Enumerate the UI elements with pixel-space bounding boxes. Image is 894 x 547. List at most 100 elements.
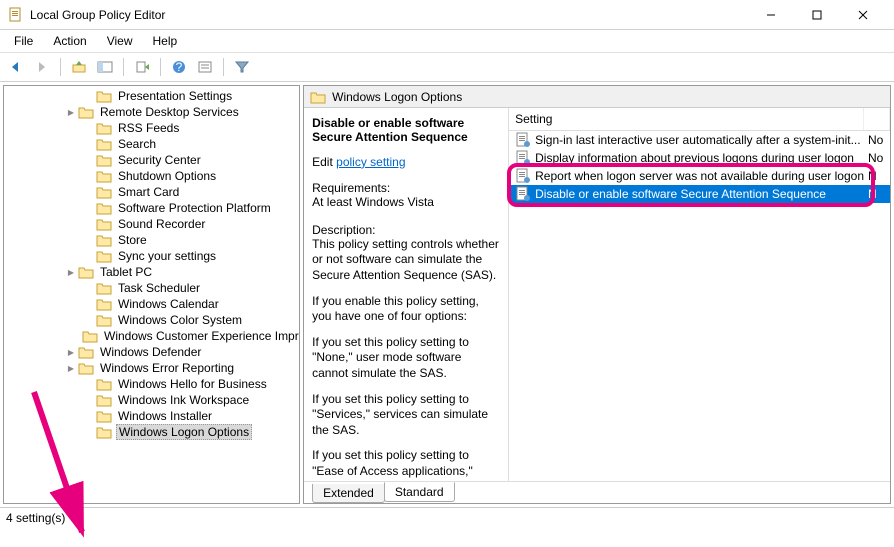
tree-item[interactable]: Security Center bbox=[4, 152, 299, 168]
folder-icon bbox=[96, 281, 112, 295]
edit-policy-link[interactable]: policy setting bbox=[336, 155, 405, 169]
policy-row-state: No bbox=[868, 151, 890, 165]
tree-scroll[interactable]: Presentation Settings ▶ Remote Desktop Ser… bbox=[4, 86, 299, 503]
tree-item[interactable]: Sync your settings bbox=[4, 248, 299, 264]
tree-item-label: Windows Installer bbox=[116, 409, 214, 423]
separator bbox=[60, 58, 61, 76]
tree-item[interactable]: Windows Customer Experience Improvement … bbox=[4, 328, 299, 344]
policy-row-label: Display information about previous logon… bbox=[535, 151, 868, 165]
policy-icon bbox=[515, 168, 531, 184]
policy-list-pane: Setting Sign-in last interactive user au… bbox=[509, 108, 890, 482]
tree-item[interactable]: Windows Installer bbox=[4, 408, 299, 424]
folder-icon bbox=[78, 361, 94, 375]
details-header-title: Windows Logon Options bbox=[332, 90, 462, 104]
folder-icon bbox=[96, 297, 112, 311]
folder-icon bbox=[96, 217, 112, 231]
filter-button[interactable] bbox=[230, 55, 254, 79]
status-text: 4 setting(s) bbox=[6, 511, 65, 525]
tree-item[interactable]: ▶ Remote Desktop Services bbox=[4, 104, 299, 120]
tree-item[interactable]: ▶ Windows Defender bbox=[4, 344, 299, 360]
policy-row-state: No bbox=[868, 133, 890, 147]
folder-icon bbox=[96, 393, 112, 407]
menu-action[interactable]: Action bbox=[45, 32, 94, 50]
menu-help[interactable]: Help bbox=[145, 32, 186, 50]
folder-icon bbox=[96, 249, 112, 263]
description-text: If you enable this policy setting, you h… bbox=[312, 294, 500, 325]
tree-item[interactable]: Smart Card bbox=[4, 184, 299, 200]
up-level-button[interactable] bbox=[67, 55, 91, 79]
folder-icon bbox=[96, 409, 112, 423]
policy-row-label: Sign-in last interactive user automatica… bbox=[535, 133, 868, 147]
tree-item-label: Task Scheduler bbox=[116, 281, 202, 295]
forward-button[interactable] bbox=[30, 55, 54, 79]
tree-item[interactable]: Sound Recorder bbox=[4, 216, 299, 232]
tree-item[interactable]: Search bbox=[4, 136, 299, 152]
description-text: If you set this policy setting to "Servi… bbox=[312, 392, 500, 439]
expander-icon[interactable]: ▶ bbox=[64, 108, 78, 117]
minimize-button[interactable] bbox=[748, 0, 794, 30]
separator bbox=[223, 58, 224, 76]
tree-item-label: Remote Desktop Services bbox=[98, 105, 241, 119]
tree-item-label: Sync your settings bbox=[116, 249, 218, 263]
help-button[interactable]: ? bbox=[167, 55, 191, 79]
tree-item[interactable]: Presentation Settings bbox=[4, 88, 299, 104]
tree-item[interactable]: Windows Color System bbox=[4, 312, 299, 328]
column-state[interactable] bbox=[864, 108, 890, 130]
folder-icon bbox=[78, 105, 94, 119]
menu-file[interactable]: File bbox=[6, 32, 41, 50]
tree-item[interactable]: Store bbox=[4, 232, 299, 248]
policy-row-label: Report when logon server was not availab… bbox=[535, 169, 868, 183]
tree: Presentation Settings ▶ Remote Desktop Ser… bbox=[4, 86, 299, 442]
folder-icon bbox=[96, 153, 112, 167]
tree-item-label: Windows Ink Workspace bbox=[116, 393, 251, 407]
tree-item[interactable]: Software Protection Platform bbox=[4, 200, 299, 216]
expander-icon[interactable]: ▶ bbox=[64, 364, 78, 373]
policy-row[interactable]: Disable or enable software Secure Attent… bbox=[509, 185, 890, 203]
folder-icon bbox=[96, 185, 112, 199]
show-hide-button[interactable] bbox=[93, 55, 117, 79]
export-list-button[interactable] bbox=[130, 55, 154, 79]
policy-row-label: Disable or enable software Secure Attent… bbox=[535, 187, 868, 201]
folder-icon bbox=[96, 313, 112, 327]
folder-icon bbox=[96, 377, 112, 391]
policy-row[interactable]: Display information about previous logon… bbox=[509, 149, 890, 167]
maximize-button[interactable] bbox=[794, 0, 840, 30]
policy-row[interactable]: Sign-in last interactive user automatica… bbox=[509, 131, 890, 149]
tree-item[interactable]: ▶Tablet PC bbox=[4, 264, 299, 280]
tree-item[interactable]: RSS Feeds bbox=[4, 120, 299, 136]
tree-item[interactable]: Windows Ink Workspace bbox=[4, 392, 299, 408]
expander-icon[interactable]: ▶ bbox=[64, 348, 78, 357]
tree-item-label: Store bbox=[116, 233, 149, 247]
tree-item[interactable]: Windows Hello for Business bbox=[4, 376, 299, 392]
tree-item[interactable]: Windows Logon Options bbox=[4, 424, 299, 440]
policy-icon bbox=[515, 186, 531, 202]
main-area: Presentation Settings ▶ Remote Desktop Ser… bbox=[0, 82, 894, 508]
policy-row[interactable]: Report when logon server was not availab… bbox=[509, 167, 890, 185]
status-bar: 4 setting(s) bbox=[0, 508, 894, 528]
close-button[interactable] bbox=[840, 0, 886, 30]
tree-item-label: Windows Defender bbox=[98, 345, 203, 359]
tree-item-label: Shutdown Options bbox=[116, 169, 218, 183]
tree-item[interactable]: Task Scheduler bbox=[4, 280, 299, 296]
tab-extended[interactable]: Extended bbox=[312, 484, 385, 503]
tree-item[interactable]: Windows Calendar bbox=[4, 296, 299, 312]
properties-button[interactable] bbox=[193, 55, 217, 79]
folder-icon bbox=[96, 425, 112, 439]
tree-item[interactable]: ▶Windows Error Reporting bbox=[4, 360, 299, 376]
expander-icon[interactable]: ▶ bbox=[64, 268, 78, 277]
column-setting[interactable]: Setting bbox=[509, 108, 864, 130]
tab-standard[interactable]: Standard bbox=[384, 482, 455, 502]
svg-text:?: ? bbox=[176, 60, 183, 74]
list-header: Setting bbox=[509, 108, 890, 131]
tree-item-label: Software Protection Platform bbox=[116, 201, 273, 215]
tree-item-label: Windows Logon Options bbox=[116, 424, 252, 440]
tree-item-label: Search bbox=[116, 137, 158, 151]
menu-view[interactable]: View bbox=[99, 32, 141, 50]
policy-detail-pane[interactable]: Disable or enable software Secure Attent… bbox=[304, 108, 509, 482]
folder-icon bbox=[96, 137, 112, 151]
tree-panel: Presentation Settings ▶ Remote Desktop Ser… bbox=[3, 85, 300, 504]
back-button[interactable] bbox=[4, 55, 28, 79]
tree-item[interactable]: Shutdown Options bbox=[4, 168, 299, 184]
folder-icon bbox=[96, 169, 112, 183]
requirements-value: At least Windows Vista bbox=[312, 195, 500, 209]
